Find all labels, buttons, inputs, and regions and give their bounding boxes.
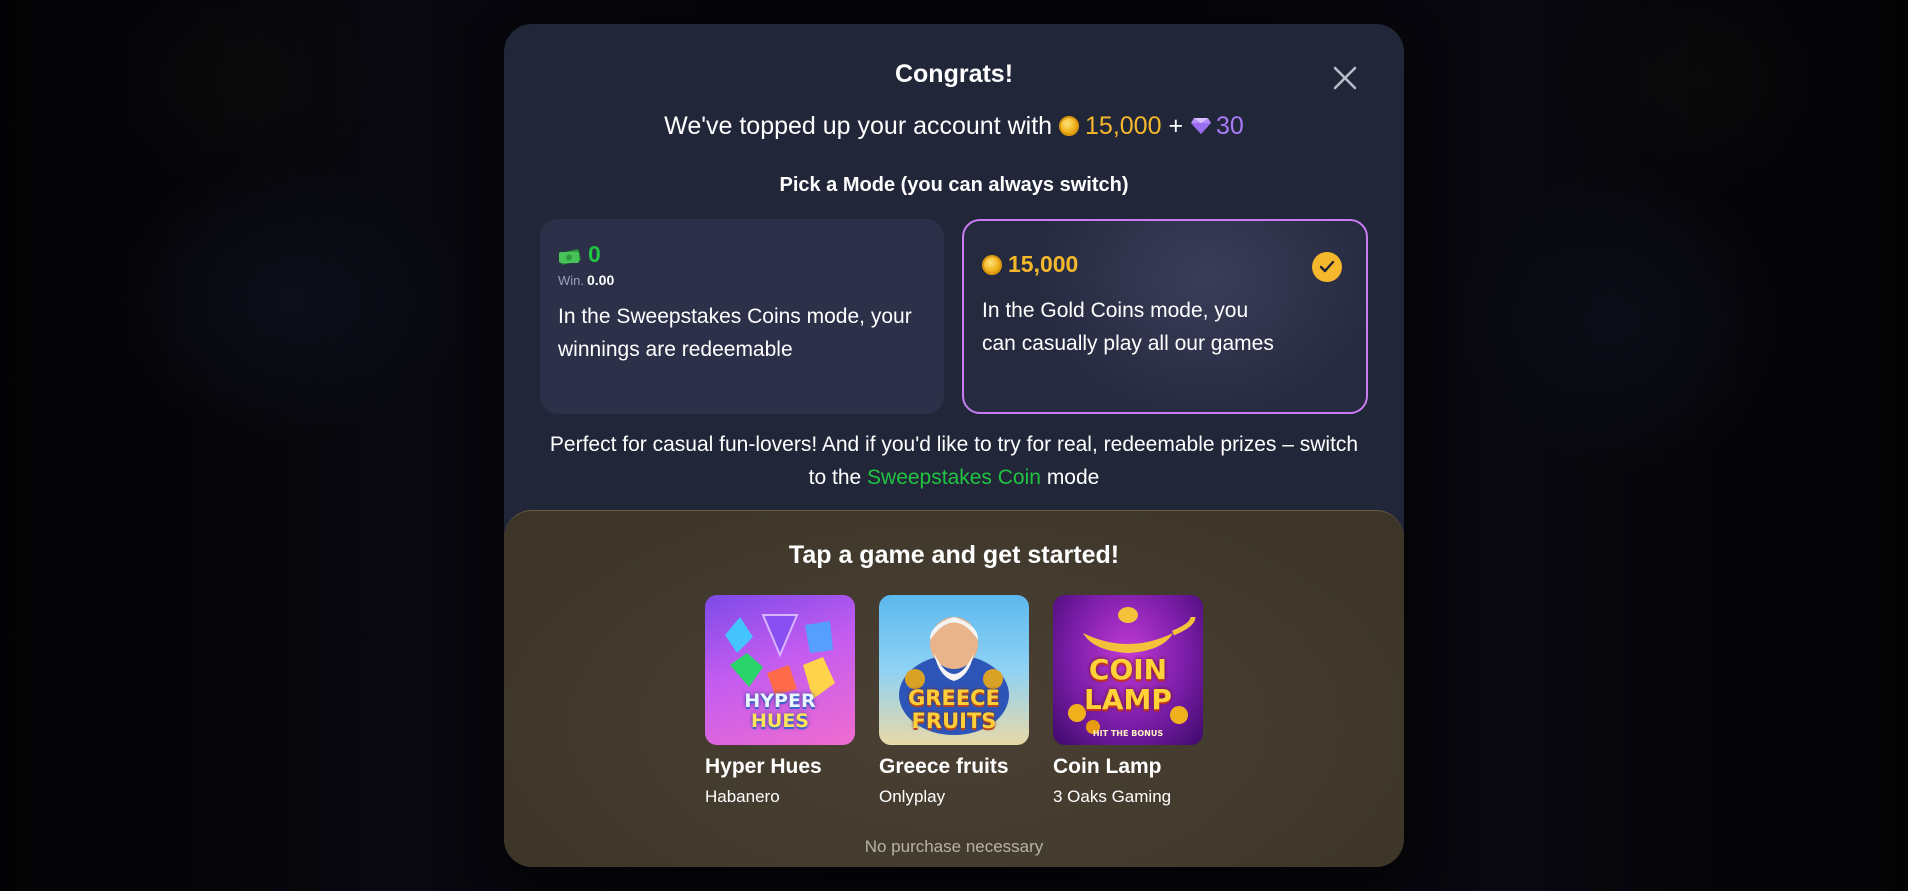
sweepstakes-description: In the Sweepstakes Coins mode, your winn… bbox=[558, 305, 912, 361]
info-text-after: mode bbox=[1046, 466, 1100, 489]
game-art-subtitle: HIT THE BONUS bbox=[1092, 729, 1164, 738]
plus-sign: + bbox=[1168, 112, 1184, 140]
gold-amount: 15,000 bbox=[1008, 251, 1079, 277]
win-value: 0.00 bbox=[587, 272, 615, 288]
game-tile-greece-fruits[interactable]: GREECE FRUITS Greece fruits Onlyplay bbox=[879, 595, 1029, 807]
gold-mode-card[interactable]: 15,000 In the Gold Coins mode, you can c… bbox=[962, 219, 1368, 414]
game-name: Hyper Hues bbox=[705, 755, 822, 778]
game-provider: Habanero bbox=[705, 787, 780, 806]
no-purchase-note: No purchase necessary bbox=[864, 837, 1044, 856]
topup-message: We've topped up your account with 15,000… bbox=[504, 112, 1404, 141]
selected-check-badge bbox=[1312, 252, 1342, 282]
win-label: Win. bbox=[558, 273, 584, 288]
game-name: Greece fruits bbox=[879, 755, 1009, 778]
games-list: HYPER HUES Hyper Hues Habanero GREECE FR… bbox=[705, 595, 1203, 807]
games-section: Tap a game and get started! HYPER HUES H… bbox=[504, 510, 1404, 867]
game-tile-coin-lamp[interactable]: COIN LAMP HIT THE BONUS Coin Lamp 3 Oaks… bbox=[1053, 595, 1203, 807]
game-thumbnail[interactable]: GREECE FRUITS bbox=[879, 595, 1029, 745]
sweepstakes-coin-link[interactable]: Sweepstakes Coin bbox=[867, 466, 1041, 489]
game-art-title: COIN LAMP bbox=[1084, 653, 1172, 716]
games-section-title: Tap a game and get started! bbox=[788, 541, 1120, 569]
close-icon bbox=[1333, 66, 1357, 90]
gold-description: In the Gold Coins mode, you can casually… bbox=[982, 299, 1274, 355]
close-button[interactable] bbox=[1330, 63, 1360, 93]
cash-icon bbox=[559, 248, 581, 265]
gold-coin-icon bbox=[982, 254, 1002, 275]
pick-mode-title: Pick a Mode (you can always switch) bbox=[779, 174, 1129, 196]
congrats-modal: Congrats! We've topped up your account w… bbox=[504, 24, 1404, 867]
check-icon bbox=[1319, 260, 1335, 273]
game-thumbnail[interactable]: COIN LAMP HIT THE BONUS bbox=[1053, 595, 1203, 745]
topup-text: We've topped up your account with bbox=[664, 112, 1053, 140]
game-provider: Onlyplay bbox=[879, 787, 946, 806]
modal-title: Congrats! bbox=[894, 60, 1014, 88]
gold-coin-icon bbox=[1059, 116, 1080, 136]
mode-info-text: Perfect for casual fun-lovers! And if yo… bbox=[544, 428, 1364, 494]
win-line: Win. 0.00 bbox=[558, 272, 926, 288]
game-thumbnail[interactable]: HYPER HUES bbox=[705, 595, 855, 745]
game-name: Coin Lamp bbox=[1053, 755, 1162, 778]
gem-icon bbox=[1191, 118, 1211, 134]
sweepstakes-mode-card[interactable]: 0 Win. 0.00 In the Sweepstakes Coins mode… bbox=[540, 219, 944, 414]
topup-gem-amount: 30 bbox=[1216, 112, 1244, 140]
sweepstakes-amount: 0 bbox=[588, 241, 601, 267]
game-tile-hyper-hues[interactable]: HYPER HUES Hyper Hues Habanero bbox=[705, 595, 855, 807]
topup-gold-amount: 15,000 bbox=[1085, 112, 1162, 140]
game-provider: 3 Oaks Gaming bbox=[1053, 787, 1172, 806]
game-art-title: GREECE FRUITS bbox=[908, 686, 1000, 733]
game-art-title: HYPER HUES bbox=[744, 690, 816, 732]
